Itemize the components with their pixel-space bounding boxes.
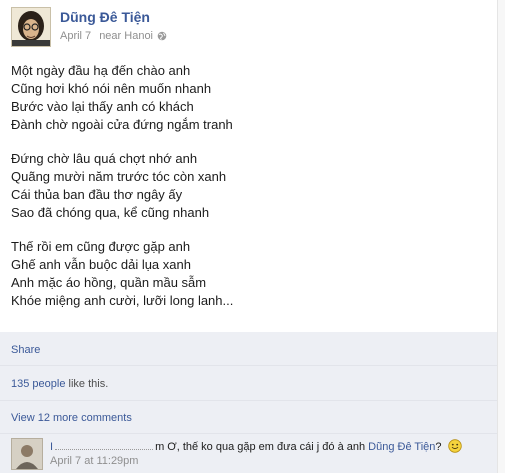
poem-line: Anh mặc áo hồng, quần mầu sẫm <box>11 275 207 290</box>
poem-line: Một ngày đầu hạ đến chào anh <box>11 63 191 78</box>
comment-body: m Ơ, thế ko qua gặp em đưa cái j đó à an… <box>155 441 369 453</box>
comment-timestamp-link[interactable]: April 7 at 11:29pm <box>50 455 138 467</box>
poem-line: Sao đã chóng qua, kể cũng nhanh <box>11 205 210 220</box>
likes-suffix: like this. <box>65 378 109 390</box>
poem-line: Khóe miệng anh cười, lưỡi long lanh... <box>11 293 234 308</box>
poem-line: Đứng chờ lâu quá chợt nhớ anh <box>11 151 198 166</box>
post-location[interactable]: near Hanoi <box>99 30 153 42</box>
share-link[interactable]: Share <box>11 344 40 356</box>
poem-stanza: Thế rồi em cũng được gặp anh Ghế anh vẫn… <box>11 238 481 310</box>
view-more-comments-link[interactable]: View 12 more comments <box>11 412 132 424</box>
likes-row: 135 people like this. <box>0 365 497 400</box>
commenter-name-link[interactable]: I <box>50 441 53 453</box>
feedback-panel: Share 135 people like this. View 12 more… <box>0 332 505 473</box>
comment-punct: ? <box>435 441 442 453</box>
poem-line: Ghế anh vẫn buộc dải lụa xanh <box>11 257 191 272</box>
commenter-avatar[interactable] <box>11 438 43 470</box>
poem-line: Bước vào lại thấy anh có khách <box>11 99 194 114</box>
poem-line: Đành chờ ngoài cửa đứng ngắm tranh <box>11 117 233 132</box>
poem-line: Quãng mười năm trước tóc còn xanh <box>11 169 227 184</box>
comment-text: Im Ơ, thế ko qua gặp em đưa cái j đó à a… <box>50 439 462 453</box>
author-avatar[interactable] <box>11 7 51 47</box>
share-row: Share <box>0 332 497 365</box>
author-name-link[interactable]: Dũng Đê Tiện <box>60 9 150 25</box>
poem-line: Thế rồi em cũng được gặp anh <box>11 239 191 254</box>
post-meta: April 7 near Hanoi <box>60 30 167 42</box>
poem-line: Cái thủa ban đầu thơ ngây ấy <box>11 187 183 202</box>
smile-icon <box>447 439 462 453</box>
mention-link[interactable]: Dũng Đê Tiện <box>368 441 435 453</box>
post-body: Một ngày đầu hạ đến chào anh Cũng hơi kh… <box>11 62 481 326</box>
poem-line: Cũng hơi khó nói nên muốn nhanh <box>11 81 212 96</box>
post-date-link[interactable]: April 7 <box>60 30 91 42</box>
right-scroll-edge <box>497 0 505 473</box>
avatar-image <box>12 8 50 46</box>
poem-stanza: Đứng chờ lâu quá chợt nhớ anh Quãng mười… <box>11 150 481 222</box>
comment-row: Im Ơ, thế ko qua gặp em đưa cái j đó à a… <box>0 433 497 473</box>
poem-stanza: Một ngày đầu hạ đến chào anh Cũng hơi kh… <box>11 62 481 134</box>
likes-count-link[interactable]: 135 people <box>11 378 65 390</box>
view-more-row: View 12 more comments <box>0 400 497 433</box>
globe-icon[interactable] <box>157 31 167 41</box>
redacted-name <box>55 441 154 450</box>
post-header: Dũng Đê Tiện April 7 near Hanoi <box>11 7 501 51</box>
